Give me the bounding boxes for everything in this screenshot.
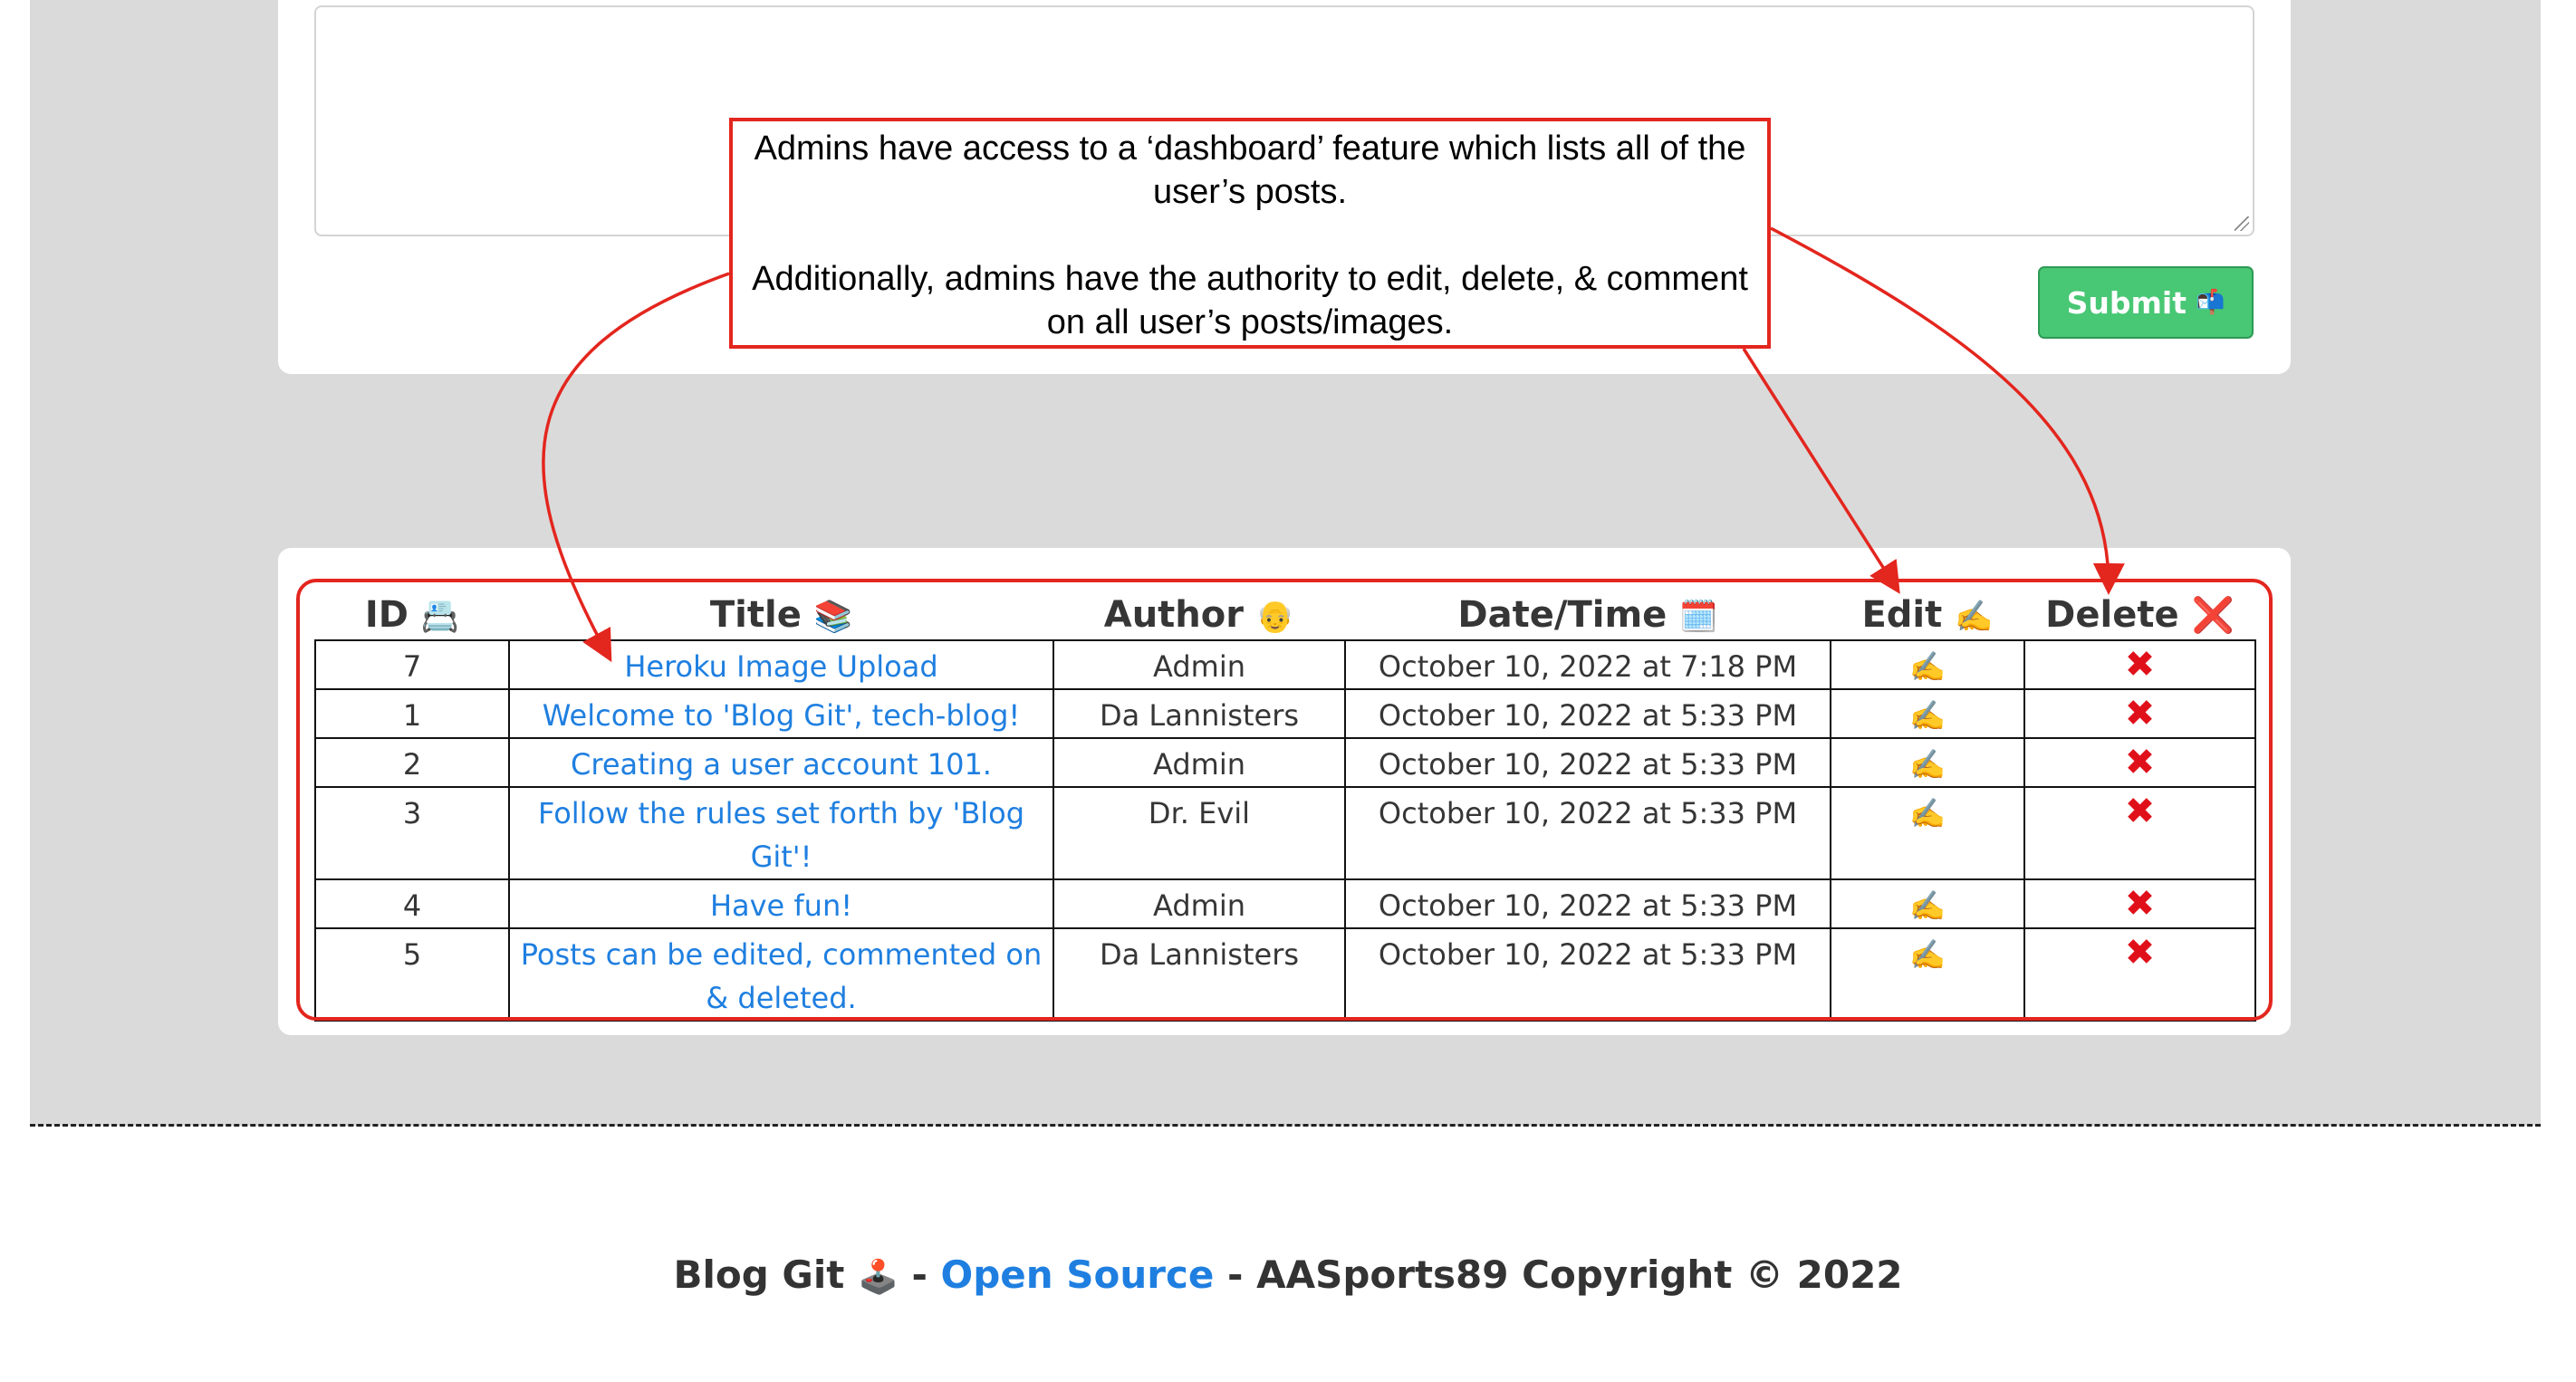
- footer-divider: [30, 1124, 2541, 1127]
- mailbox-icon: 📬: [2195, 289, 2225, 316]
- annotation-table-highlight: [296, 579, 2273, 1021]
- footer: Blog Git 🕹️ - Open Source - AASports89 C…: [0, 1252, 2576, 1297]
- submit-label: Submit: [2066, 284, 2187, 321]
- joystick-icon: 🕹️: [858, 1259, 899, 1296]
- annotation-callout: Admins have access to a ‘dashboard’ feat…: [729, 118, 1771, 349]
- resize-handle-icon[interactable]: [2235, 216, 2249, 231]
- footer-separator: -: [911, 1252, 928, 1297]
- footer-separator: -: [1227, 1252, 1244, 1297]
- footer-brand: Blog Git: [673, 1252, 845, 1297]
- submit-button[interactable]: Submit 📬: [2038, 266, 2254, 339]
- callout-paragraph-1: Admins have access to a ‘dashboard’ feat…: [754, 130, 1746, 211]
- callout-paragraph-2: Additionally, admins have the authority …: [752, 260, 1748, 341]
- footer-copyright: AASports89 Copyright © 2022: [1256, 1252, 1903, 1297]
- open-source-link[interactable]: Open Source: [941, 1252, 1215, 1297]
